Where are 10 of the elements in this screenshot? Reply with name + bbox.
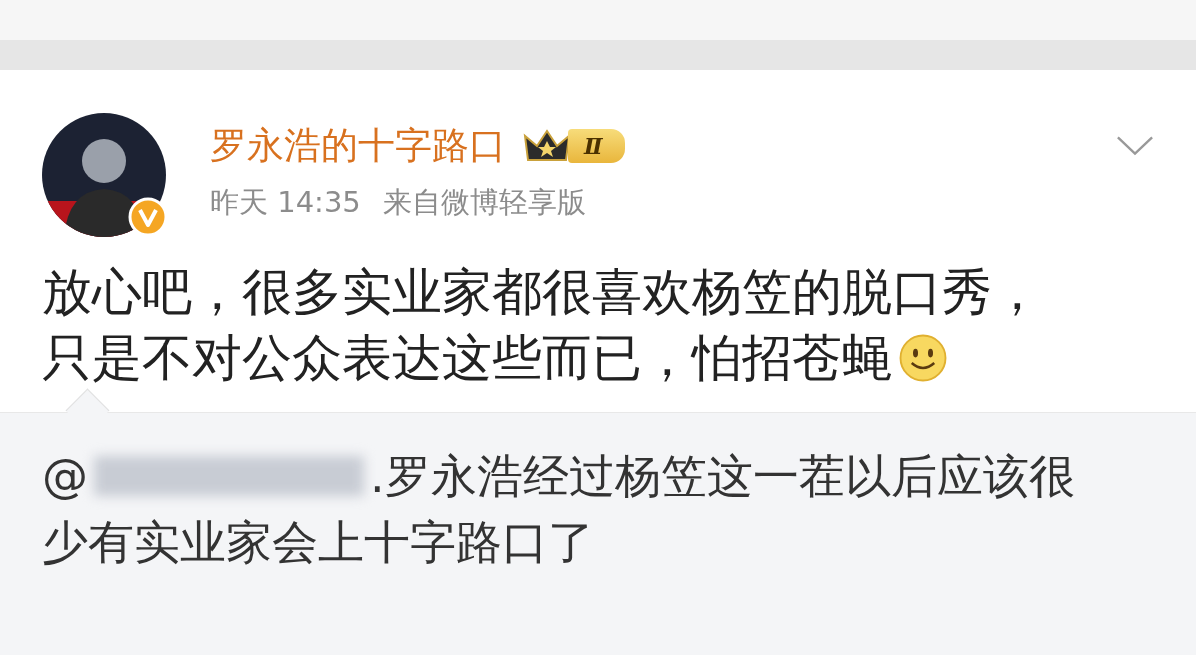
author-name[interactable]: 罗永浩的十字路口 (210, 121, 506, 171)
chevron-down-icon[interactable] (1116, 135, 1154, 157)
level-badge: Ⅱ (568, 129, 625, 163)
mention-at: @ (42, 448, 88, 505)
quoted-text: .罗永浩经过杨笠这一茬以后应该很 (370, 448, 1075, 505)
post-time: 昨天 14:35 (210, 184, 361, 221)
smiley-icon (898, 333, 948, 383)
post-source[interactable]: 来自微博轻享版 (382, 183, 586, 223)
quoted-text: 少有实业家会上十字路口了 (42, 514, 594, 571)
post-text: 放心吧，很多实业家都很喜欢杨笠的脱口秀，只是不对公众表达这些而已，怕招苍蝇 (42, 262, 1043, 389)
